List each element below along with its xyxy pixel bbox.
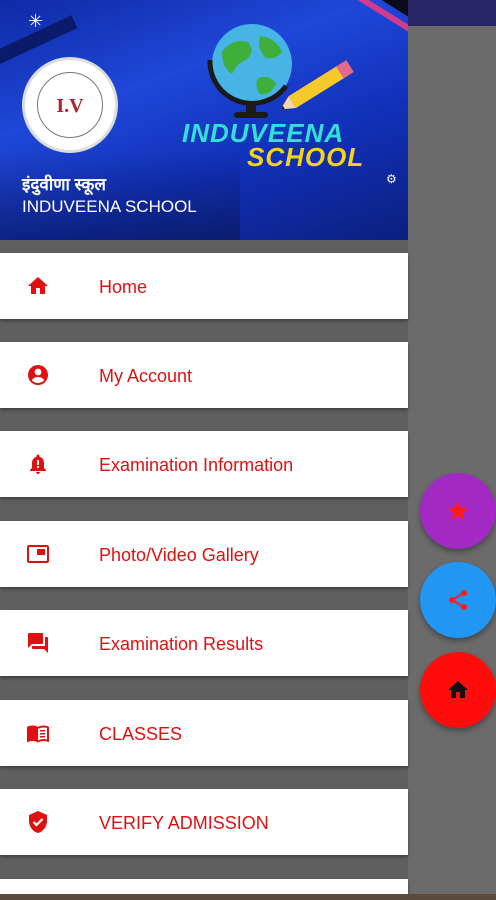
- navigation-drawer: ✳ ⚙ I.V INDUVEENA SCHOOL इंदुवीणा स्कूल: [0, 0, 408, 900]
- header-shade: [0, 150, 240, 240]
- star-icon: [448, 501, 468, 520]
- account-circle-icon: [28, 365, 48, 385]
- school-logo: I.V: [22, 57, 118, 153]
- globe-pencil-illustration: [207, 24, 354, 118]
- school-name-english: INDUVEENA SCHOOL: [22, 197, 197, 216]
- logo-inner-ring: I.V: [37, 72, 103, 138]
- bottom-edge: [0, 894, 496, 900]
- menu-item-label: CLASSES: [99, 724, 183, 744]
- book-icon: [27, 725, 49, 743]
- menu-item-examination-information[interactable]: Examination Information: [0, 431, 408, 497]
- fab-favorite-button[interactable]: [420, 473, 496, 549]
- chat-results-icon: [28, 633, 48, 653]
- menu-item-examination-results[interactable]: Examination Results: [0, 610, 408, 676]
- gear-decor-icon: ⚙: [386, 172, 397, 186]
- banner-title-line2: SCHOOL: [247, 142, 365, 172]
- menu-item-photo-video-gallery[interactable]: Photo/Video Gallery: [0, 521, 408, 587]
- menu-item-label: Home: [99, 277, 148, 297]
- menu-item-home[interactable]: Home: [0, 253, 408, 319]
- drawer-scrim[interactable]: [408, 26, 496, 900]
- menu-item-classes[interactable]: CLASSES: [0, 700, 408, 766]
- menu-item-label: VERIFY ADMISSION: [99, 813, 269, 833]
- fab-home-button[interactable]: [420, 652, 496, 728]
- menu-item-label: Photo/Video Gallery: [99, 545, 259, 565]
- school-name-hindi: इंदुवीणा स्कूल: [22, 175, 106, 194]
- share-icon: [449, 590, 467, 610]
- fab-share-button[interactable]: [420, 562, 496, 638]
- menu-item-verify-admission[interactable]: VERIFY ADMISSION: [0, 789, 408, 855]
- menu-item-my-account[interactable]: My Account: [0, 342, 408, 408]
- drawer-header: ✳ ⚙ I.V INDUVEENA SCHOOL इंदुवीणा स्कूल: [0, 0, 408, 240]
- home-icon: [28, 277, 48, 294]
- menu-item-label: Examination Information: [99, 455, 294, 475]
- gallery-icon: [27, 545, 49, 563]
- home-icon: [448, 681, 468, 698]
- menu-item-label: Examination Results: [99, 634, 264, 654]
- logo-text: I.V: [56, 95, 84, 117]
- verified-shield-icon: [29, 811, 47, 833]
- status-strip: [408, 0, 496, 26]
- sparkle-icon: ✳: [28, 11, 44, 31]
- menu-item-label: My Account: [99, 366, 193, 386]
- notification-bell-icon: [30, 454, 46, 474]
